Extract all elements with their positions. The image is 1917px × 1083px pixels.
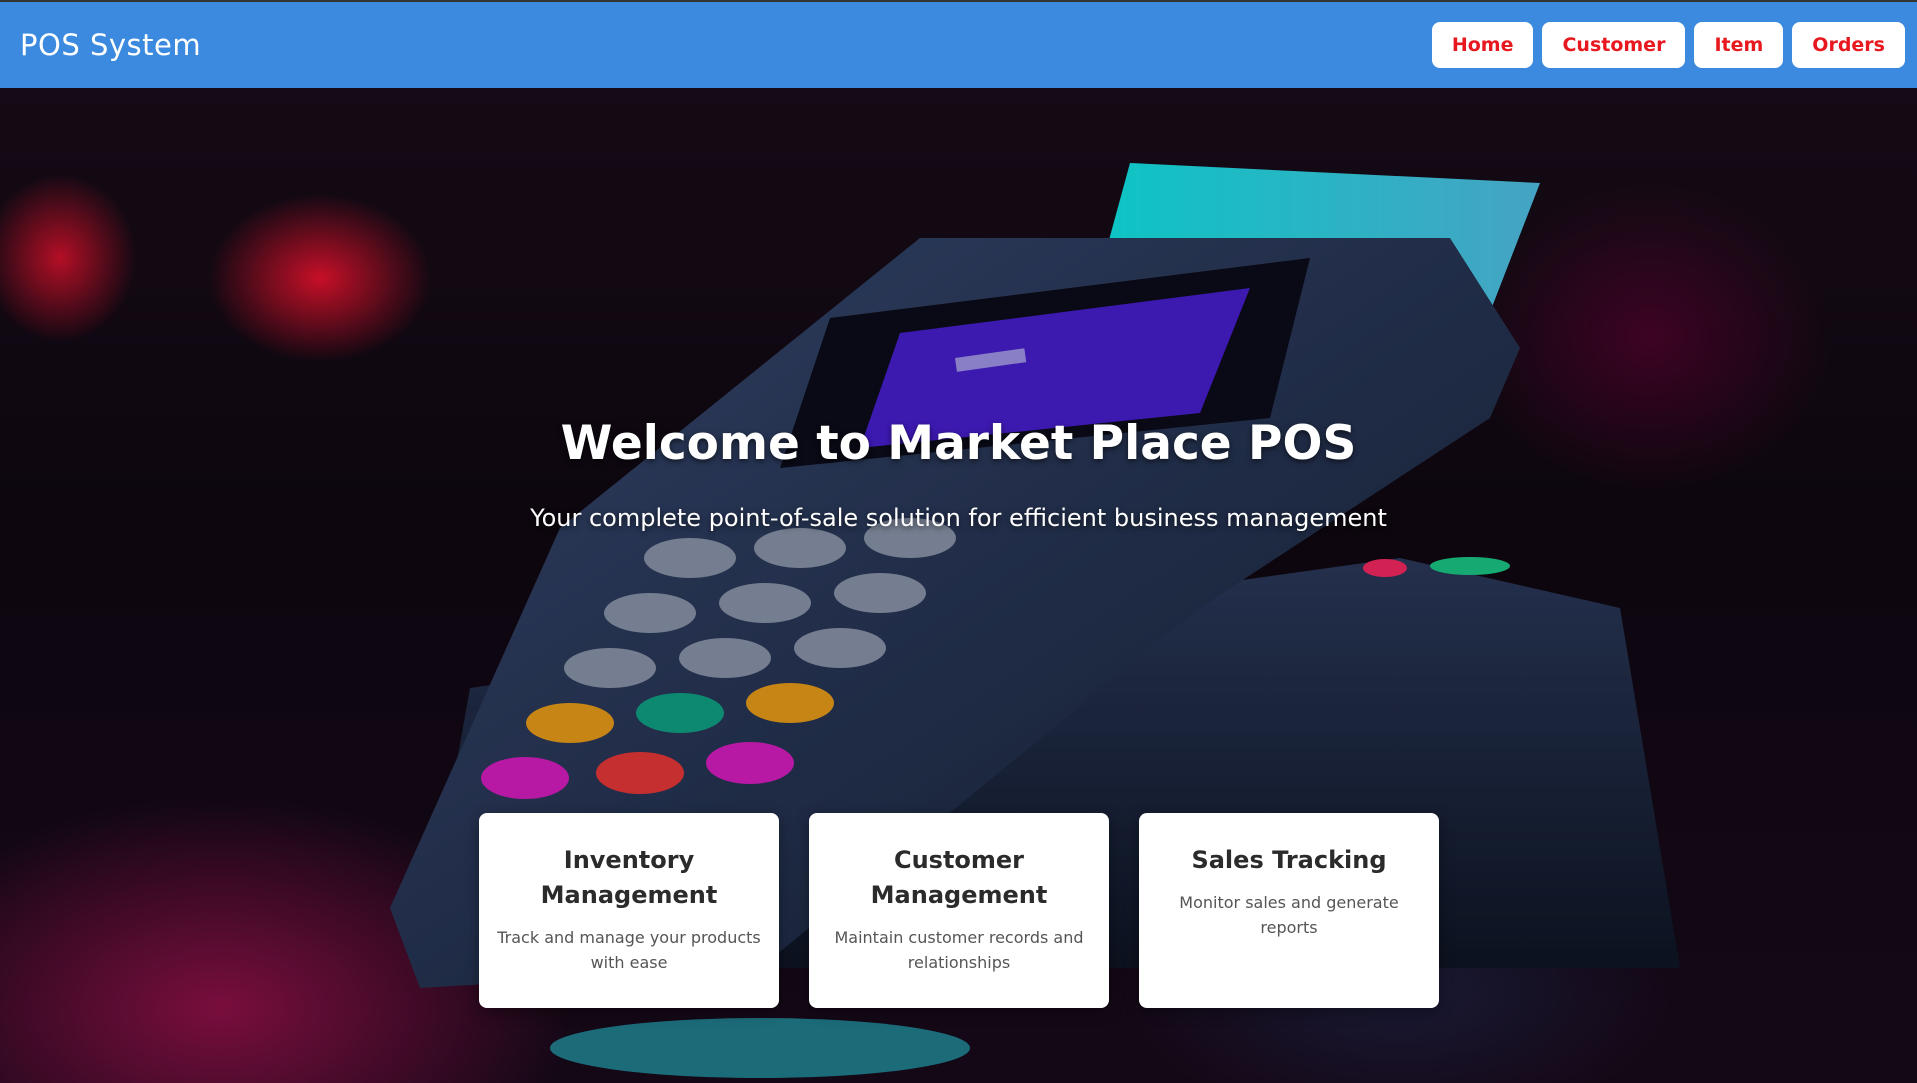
hero-title: Welcome to Market Place POS: [560, 416, 1357, 471]
feature-card-description: Maintain customer records and relationsh…: [834, 928, 1084, 972]
feature-cards: Inventory Management Track and manage yo…: [479, 813, 1439, 1008]
nav-customer-button[interactable]: Customer: [1542, 22, 1686, 68]
brand-title[interactable]: POS System: [20, 28, 201, 62]
feature-card-title: Inventory Management: [540, 846, 718, 909]
feature-card-sales[interactable]: Sales Tracking Monitor sales and generat…: [1139, 813, 1439, 1008]
feature-card-inventory[interactable]: Inventory Management Track and manage yo…: [479, 813, 779, 1008]
feature-card-customer[interactable]: Customer Management Maintain customer re…: [809, 813, 1109, 1008]
nav-item-button[interactable]: Item: [1694, 22, 1784, 68]
feature-card-description: Track and manage your products with ease: [497, 928, 761, 972]
feature-card-title: Sales Tracking: [1191, 846, 1387, 874]
nav-orders-button[interactable]: Orders: [1792, 22, 1905, 68]
nav-links: Home Customer Item Orders: [1431, 22, 1905, 68]
hero-subtitle: Your complete point-of-sale solution for…: [530, 504, 1387, 532]
top-navbar: POS System Home Customer Item Orders: [0, 0, 1917, 88]
feature-card-title: Customer Management: [870, 846, 1048, 909]
hero-section: Welcome to Market Place POS Your complet…: [0, 88, 1917, 1083]
feature-card-description: Monitor sales and generate reports: [1179, 893, 1399, 937]
nav-home-button[interactable]: Home: [1431, 22, 1534, 68]
